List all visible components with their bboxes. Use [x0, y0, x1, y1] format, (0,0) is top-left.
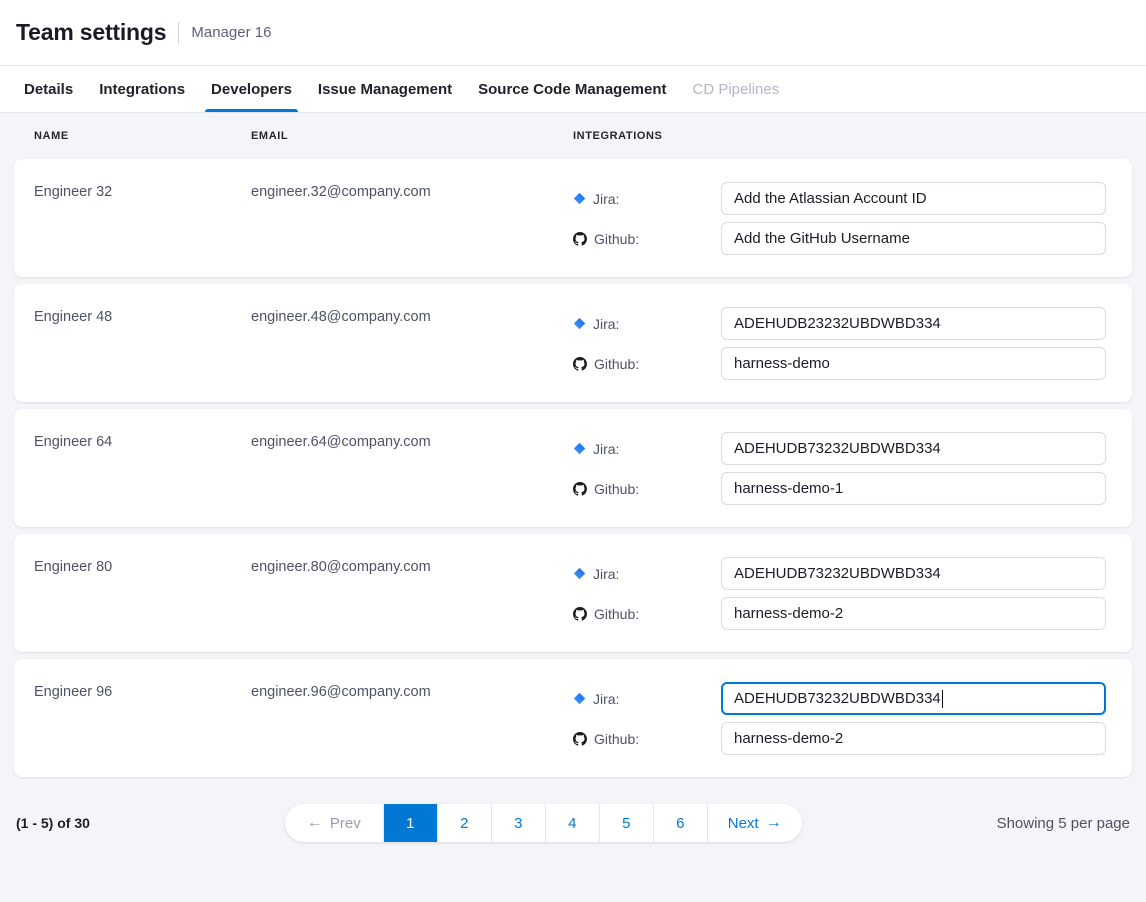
developers-table: NAME EMAIL INTEGRATIONS Engineer 32 engi… [0, 113, 1146, 777]
pager: ← Prev 1 2 3 4 5 6 Next → [285, 804, 802, 842]
developer-name: Engineer 64 [34, 433, 251, 450]
github-input[interactable]: harness-demo-1 [721, 472, 1106, 505]
page-button-5[interactable]: 5 [599, 804, 653, 842]
right-arrow-icon: → [766, 815, 782, 831]
page-button-4[interactable]: 4 [545, 804, 599, 842]
github-label: Github: [573, 356, 721, 372]
jira-line: Jira: Add the Atlassian Account ID [573, 182, 1106, 215]
jira-label: Jira: [573, 566, 721, 582]
jira-input[interactable]: Add the Atlassian Account ID [721, 182, 1106, 215]
page-button-1[interactable]: 1 [383, 804, 437, 842]
github-line: Github: harness-demo-1 [573, 472, 1106, 505]
pagination-footer: (1 - 5) of 30 ← Prev 1 2 3 4 5 6 Next → … [0, 804, 1146, 842]
github-label: Github: [573, 731, 721, 747]
title-divider [178, 22, 179, 44]
developer-email: engineer.64@company.com [251, 433, 573, 450]
page-button-2[interactable]: 2 [437, 804, 491, 842]
github-label: Github: [573, 606, 721, 622]
integrations-cell: Jira: ADEHUDB23232UBDWBD334 Github: harn… [573, 307, 1106, 380]
page-button-3[interactable]: 3 [491, 804, 545, 842]
jira-line: Jira: ADEHUDB23232UBDWBD334 [573, 307, 1106, 340]
jira-label: Jira: [573, 191, 721, 207]
column-header-email: EMAIL [251, 130, 573, 142]
github-input[interactable]: harness-demo-2 [721, 722, 1106, 755]
integrations-cell: Jira: ADEHUDB73232UBDWBD334 Github: harn… [573, 432, 1106, 505]
tab-details[interactable]: Details [24, 66, 73, 112]
github-icon [573, 607, 587, 621]
tab-bar: Details Integrations Developers Issue Ma… [0, 66, 1146, 113]
developer-row: Engineer 96 engineer.96@company.com Jira… [14, 659, 1132, 777]
jira-line: Jira: ADEHUDB73232UBDWBD334 [573, 682, 1106, 715]
developer-email: engineer.48@company.com [251, 308, 573, 325]
pager-zone: ← Prev 1 2 3 4 5 6 Next → [90, 804, 997, 842]
left-arrow-icon: ← [307, 815, 323, 831]
github-input[interactable]: harness-demo-2 [721, 597, 1106, 630]
tab-source-code-management[interactable]: Source Code Management [478, 66, 666, 112]
next-page-button[interactable]: Next → [707, 804, 802, 842]
page-title: Team settings [16, 19, 166, 46]
page-button-6[interactable]: 6 [653, 804, 707, 842]
tab-issue-management[interactable]: Issue Management [318, 66, 452, 112]
developer-name: Engineer 96 [34, 683, 251, 700]
integrations-cell: Jira: ADEHUDB73232UBDWBD334 Github: harn… [573, 557, 1106, 630]
tab-developers[interactable]: Developers [211, 66, 292, 112]
github-label: Github: [573, 231, 721, 247]
github-icon [573, 232, 587, 246]
text-cursor [942, 690, 944, 708]
developer-email: engineer.96@company.com [251, 683, 573, 700]
developer-row: Engineer 32 engineer.32@company.com Jira… [14, 159, 1132, 277]
jira-icon [573, 567, 586, 580]
jira-input-focused[interactable]: ADEHUDB73232UBDWBD334 [721, 682, 1106, 715]
github-input[interactable]: Add the GitHub Username [721, 222, 1106, 255]
developer-row: Engineer 48 engineer.48@company.com Jira… [14, 284, 1132, 402]
jira-line: Jira: ADEHUDB73232UBDWBD334 [573, 432, 1106, 465]
jira-label: Jira: [573, 316, 721, 332]
developer-email: engineer.32@company.com [251, 183, 573, 200]
github-icon [573, 357, 587, 371]
github-line: Github: Add the GitHub Username [573, 222, 1106, 255]
jira-icon [573, 442, 586, 455]
jira-icon [573, 692, 586, 705]
developer-name: Engineer 80 [34, 558, 251, 575]
jira-icon [573, 192, 586, 205]
github-input[interactable]: harness-demo [721, 347, 1106, 380]
page-subtitle: Manager 16 [191, 24, 271, 41]
github-icon [573, 732, 587, 746]
jira-input[interactable]: ADEHUDB23232UBDWBD334 [721, 307, 1106, 340]
jira-icon [573, 317, 586, 330]
github-line: Github: harness-demo [573, 347, 1106, 380]
prev-page-button[interactable]: ← Prev [285, 804, 383, 842]
github-line: Github: harness-demo-2 [573, 722, 1106, 755]
jira-label: Jira: [573, 691, 721, 707]
column-header-name: NAME [34, 130, 251, 142]
developer-name: Engineer 48 [34, 308, 251, 325]
integrations-cell: Jira: ADEHUDB73232UBDWBD334 Github: harn… [573, 682, 1106, 755]
tab-cd-pipelines: CD Pipelines [693, 66, 780, 112]
integrations-cell: Jira: Add the Atlassian Account ID Githu… [573, 182, 1106, 255]
per-page-label: Showing 5 per page [997, 815, 1130, 832]
github-icon [573, 482, 587, 496]
github-label: Github: [573, 481, 721, 497]
jira-label: Jira: [573, 441, 721, 457]
developer-row: Engineer 64 engineer.64@company.com Jira… [14, 409, 1132, 527]
tab-integrations[interactable]: Integrations [99, 66, 185, 112]
table-header-row: NAME EMAIL INTEGRATIONS [14, 113, 1132, 159]
github-line: Github: harness-demo-2 [573, 597, 1106, 630]
developer-email: engineer.80@company.com [251, 558, 573, 575]
app-header: Team settings Manager 16 [0, 0, 1146, 66]
column-header-integrations: INTEGRATIONS [573, 130, 1106, 142]
jira-line: Jira: ADEHUDB73232UBDWBD334 [573, 557, 1106, 590]
developer-row: Engineer 80 engineer.80@company.com Jira… [14, 534, 1132, 652]
jira-input[interactable]: ADEHUDB73232UBDWBD334 [721, 557, 1106, 590]
result-range: (1 - 5) of 30 [16, 815, 90, 831]
jira-input[interactable]: ADEHUDB73232UBDWBD334 [721, 432, 1106, 465]
developer-name: Engineer 32 [34, 183, 251, 200]
